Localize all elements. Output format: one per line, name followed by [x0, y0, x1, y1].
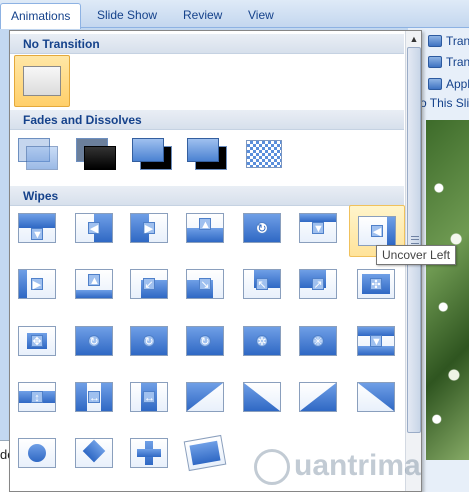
- uncover-left-icon: ◀: [358, 216, 396, 246]
- uncover-down-icon: ▼: [299, 213, 337, 243]
- uncover-left-down-icon: ↙: [130, 269, 168, 299]
- transition-wipe-down[interactable]: ▼: [14, 209, 62, 249]
- dissolve-icon: [246, 140, 282, 168]
- blank-slide-icon: [23, 66, 61, 96]
- uncover-right-down-icon: ↘: [186, 269, 224, 299]
- transition-uncover-right-down[interactable]: ↘: [182, 265, 230, 305]
- transition-split-vertical-out[interactable]: ↔: [126, 378, 174, 418]
- grip-icon: [411, 236, 419, 244]
- transition-none[interactable]: [14, 55, 70, 107]
- transition-cut-through-black[interactable]: [183, 134, 231, 174]
- speed-icon: [428, 56, 442, 68]
- watermark: uantrimang: [254, 449, 421, 491]
- newsflash-icon: [183, 434, 227, 472]
- ribbon-tab-strip: Animations Slide Show Review View: [0, 0, 469, 29]
- wheel-4-icon: ✲: [243, 326, 281, 356]
- transition-shape-plus[interactable]: [126, 434, 174, 474]
- transition-shape-circle[interactable]: [14, 434, 62, 474]
- apply-all-icon: [428, 78, 442, 90]
- section-wipes: Wipes: [10, 186, 404, 206]
- transition-split-vertical[interactable]: ↻: [239, 209, 287, 249]
- scroll-thumb[interactable]: [407, 47, 421, 433]
- transition-cut[interactable]: [128, 134, 176, 174]
- tab-review[interactable]: Review: [173, 3, 232, 28]
- transition-split-horizontal-out[interactable]: ↕: [14, 378, 62, 418]
- transition-shape-diamond[interactable]: [71, 434, 119, 474]
- transition-strips-right-up[interactable]: [353, 378, 401, 418]
- circle-icon: [18, 438, 56, 468]
- strips-left-down-icon: [186, 382, 224, 412]
- transition-newsflash[interactable]: [182, 434, 230, 474]
- transition-gallery: No Transition Fades and Dissolves Wipes …: [9, 30, 422, 492]
- strips-right-up-icon: [357, 382, 395, 412]
- plus-icon: [130, 438, 168, 468]
- wipe-right-icon: ▶: [130, 213, 168, 243]
- fade-black-icon: [84, 146, 116, 170]
- transition-uncover-right[interactable]: ▶: [14, 265, 62, 305]
- strips-left-up-icon: [243, 382, 281, 412]
- slide-preview-image: [426, 120, 469, 460]
- wheel-3-icon: ↻: [186, 326, 224, 356]
- split-horizontal-in-icon: ▼: [357, 326, 395, 356]
- transition-wipe-right[interactable]: ▶: [126, 209, 174, 249]
- transition-split-vertical-in[interactable]: ↔: [71, 378, 119, 418]
- wipe-down-icon: ▼: [18, 213, 56, 243]
- tab-animations[interactable]: Animations: [0, 3, 82, 29]
- strips-right-down-icon: [299, 382, 337, 412]
- split-vertical-out-icon: ↔: [130, 382, 168, 412]
- transition-fade-smoothly[interactable]: [14, 134, 62, 174]
- transition-split-horizontal-in[interactable]: ▼: [353, 322, 401, 362]
- transition-uncover-left-down[interactable]: ↙: [126, 265, 174, 305]
- transition-wheel-clockwise-4[interactable]: ✲: [239, 322, 287, 362]
- cut-front-icon: [132, 138, 164, 162]
- wheel-1-icon: ↻: [75, 326, 113, 356]
- diamond-icon: [75, 438, 113, 468]
- transition-wipe-left[interactable]: ◀: [71, 209, 119, 249]
- section-no-transition: No Transition: [10, 34, 404, 54]
- wheel-8-icon: ✳: [299, 326, 337, 356]
- uncover-right-up-icon: ↗: [299, 269, 337, 299]
- transition-wheel-clockwise-2[interactable]: ↻: [126, 322, 174, 362]
- split-icon: ↻: [243, 213, 281, 243]
- wheel-2-icon: ↻: [130, 326, 168, 356]
- uncover-right-icon: ▶: [18, 269, 56, 299]
- split-vertical-in-icon: ↔: [75, 382, 113, 412]
- tab-slide-show[interactable]: Slide Show: [87, 3, 167, 28]
- wipe-left-icon: ◀: [75, 213, 113, 243]
- transition-strips-right-down[interactable]: [295, 378, 343, 418]
- transition-box-in[interactable]: ✣: [353, 265, 401, 305]
- transition-dissolve[interactable]: [240, 134, 288, 174]
- cut-black-front-icon: [187, 138, 219, 162]
- uncover-left-up-icon: ↖: [243, 269, 281, 299]
- uncover-up-icon: ▲: [75, 269, 113, 299]
- transition-strips-left-down[interactable]: [182, 378, 230, 418]
- split-horizontal-out-icon: ↕: [18, 382, 56, 412]
- transition-box-out[interactable]: ✥: [14, 322, 62, 362]
- watermark-logo-icon: [254, 449, 290, 486]
- tab-view[interactable]: View: [238, 3, 284, 28]
- transition-uncover-up[interactable]: ▲: [71, 265, 119, 305]
- transition-wheel-clockwise-1[interactable]: ↻: [71, 322, 119, 362]
- sound-icon: [428, 35, 442, 47]
- box-out-icon: ✥: [18, 326, 56, 356]
- transition-wipe-up[interactable]: ▲: [182, 209, 230, 249]
- box-in-icon: ✣: [357, 269, 395, 299]
- tooltip: Uncover Left: [376, 245, 457, 265]
- transition-wheel-clockwise-3[interactable]: ↻: [182, 322, 230, 362]
- transition-uncover-down[interactable]: ▼: [295, 209, 343, 249]
- transition-uncover-left-up[interactable]: ↖: [239, 265, 287, 305]
- fade-front-icon: [26, 146, 58, 170]
- section-fades-dissolves: Fades and Dissolves: [10, 110, 404, 130]
- transition-wheel-clockwise-8[interactable]: ✳: [295, 322, 343, 362]
- wipe-up-icon: ▲: [186, 213, 224, 243]
- transition-uncover-right-up[interactable]: ↗: [295, 265, 343, 305]
- transition-strips-left-up[interactable]: [239, 378, 287, 418]
- transition-fade-through-black[interactable]: [72, 134, 120, 174]
- scroll-up-arrow-icon[interactable]: ▲: [406, 31, 421, 47]
